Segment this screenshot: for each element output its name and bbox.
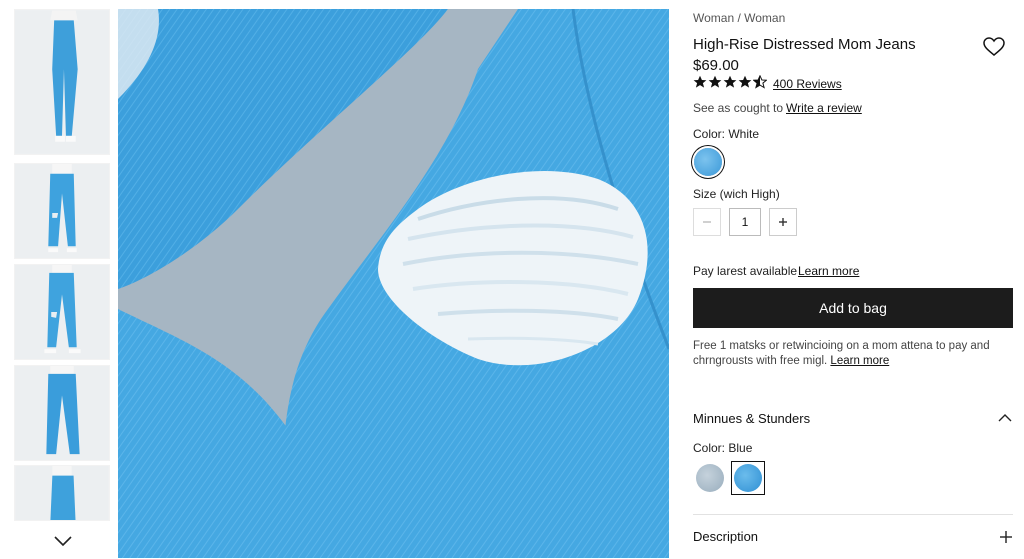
chevron-up-icon[interactable] [997, 413, 1013, 423]
plus-icon[interactable] [999, 530, 1013, 544]
accordion-description-title[interactable]: Description [693, 529, 758, 544]
accordion-section-1-title[interactable]: Minnues & Stunders [693, 411, 810, 426]
thumbnail-2-image [15, 164, 109, 258]
plus-icon [779, 218, 787, 226]
heart-icon[interactable] [983, 37, 1005, 57]
color-swatch-bright-blue[interactable] [731, 461, 765, 495]
main-product-image [118, 9, 669, 558]
minus-icon [703, 221, 711, 223]
color-swatch-gray-dot [696, 464, 724, 492]
reviews-link[interactable]: 400 Reviews [773, 77, 842, 91]
thumbnail-3[interactable] [14, 264, 110, 360]
star-icon [723, 75, 737, 88]
write-review-link[interactable]: Write a review [786, 101, 862, 115]
thumbnail-5[interactable] [14, 465, 110, 521]
thumbnail-1[interactable] [14, 9, 110, 155]
quantity-increment-button[interactable] [769, 208, 797, 236]
star-rating [693, 75, 767, 91]
star-half-icon [753, 75, 767, 89]
product-info-panel: Woman / Woman High-Rise Distressed Mom J… [693, 0, 1024, 559]
thumbnail-3-image [15, 265, 109, 359]
color-label: Color: White [693, 127, 760, 141]
color-swatch-gray[interactable] [693, 461, 727, 495]
add-to-bag-button[interactable]: Add to bag [693, 288, 1013, 328]
shipping-info: Free 1 matsks or retwincioing on a mom a… [693, 339, 1011, 369]
product-title: High-Rise Distressed Mom Jeans [693, 36, 916, 53]
thumbnail-1-image [15, 10, 109, 154]
chevron-down-icon[interactable] [52, 533, 74, 549]
shipping-learn-more-link[interactable]: Learn more [830, 355, 889, 367]
star-icon [738, 75, 752, 88]
color-swatch-blue[interactable] [694, 148, 722, 176]
breadcrumb[interactable]: Woman / Woman [693, 11, 785, 25]
star-icon [708, 75, 722, 88]
quantity-decrement-button[interactable] [693, 208, 721, 236]
thumbnail-gallery [14, 9, 110, 521]
size-label: Size (wich High) [693, 187, 780, 201]
star-icon [693, 75, 707, 88]
seen-text: See as cought to [693, 101, 784, 115]
thumbnail-2[interactable] [14, 163, 110, 259]
section-divider [693, 514, 1013, 515]
thumbnail-4[interactable] [14, 365, 110, 461]
pay-later-text: Pay larest available [693, 264, 798, 278]
thumbnail-5-image [15, 466, 109, 520]
color-swatch-bright-blue-dot [734, 464, 762, 492]
pay-later-learn-more-link[interactable]: Learn more [798, 264, 859, 278]
quantity-input[interactable] [729, 208, 761, 236]
thumbnail-4-image [15, 366, 109, 460]
accordion-color-label: Color: Blue [693, 441, 753, 455]
product-price: $69.00 [693, 57, 739, 74]
